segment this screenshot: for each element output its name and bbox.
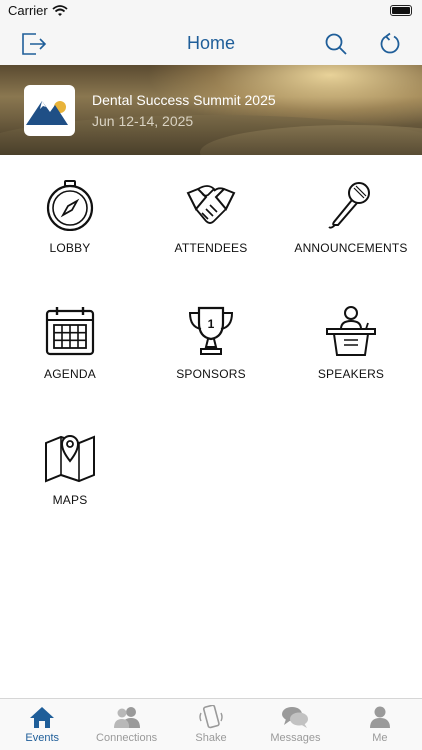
trophy-icon: 1	[188, 306, 234, 355]
event-logo	[24, 85, 75, 136]
tile-maps[interactable]: MAPS	[0, 431, 140, 507]
refresh-button[interactable]	[375, 29, 405, 59]
tile-label: ATTENDEES	[174, 241, 248, 255]
tab-label: Shake	[195, 732, 227, 744]
tab-bar: Events Connections Shake Messages Me	[0, 698, 422, 750]
tile-label: ANNOUNCEMENTS	[294, 241, 408, 255]
nav-bar: Home	[0, 22, 422, 65]
event-dates: Jun 12-14, 2025	[92, 113, 194, 129]
refresh-icon	[380, 32, 400, 54]
person-icon	[369, 706, 390, 728]
house-icon	[30, 707, 55, 728]
event-banner[interactable]: Dental Success Summit 2025 Jun 12-14, 20…	[0, 65, 422, 155]
tab-connections[interactable]: Connections	[84, 699, 168, 750]
tile-attendees[interactable]: ATTENDEES	[141, 179, 281, 255]
status-bar: Carrier	[0, 0, 422, 22]
map-pin-icon	[45, 435, 95, 483]
tile-label: LOBBY	[49, 241, 91, 255]
compass-icon	[46, 180, 94, 231]
wifi-icon	[52, 4, 68, 22]
tile-agenda[interactable]: AGENDA	[0, 305, 140, 381]
svg-text:1: 1	[208, 317, 215, 331]
battery-icon	[390, 5, 412, 16]
people-icon	[113, 707, 140, 728]
tile-announcements[interactable]: ANNOUNCEMENTS	[281, 179, 421, 255]
tab-label: Messages	[270, 732, 321, 744]
tile-label: AGENDA	[44, 367, 96, 381]
tile-label: SPONSORS	[176, 367, 246, 381]
microphone-icon	[328, 182, 370, 229]
tab-label: Me	[372, 732, 388, 744]
tab-shake[interactable]: Shake	[169, 699, 253, 750]
tab-label: Connections	[96, 732, 158, 744]
tab-messages[interactable]: Messages	[253, 699, 337, 750]
tile-label: SPEAKERS	[317, 367, 385, 381]
calendar-icon	[45, 307, 95, 356]
handshake-icon	[186, 185, 236, 224]
tab-me[interactable]: Me	[338, 699, 422, 750]
tile-sponsors[interactable]: 1 SPONSORS	[141, 305, 281, 381]
tile-speakers[interactable]: SPEAKERS	[281, 305, 421, 381]
tile-lobby[interactable]: LOBBY	[0, 179, 140, 255]
search-icon	[325, 33, 347, 55]
shake-phone-icon	[199, 705, 223, 729]
tile-label: MAPS	[52, 493, 88, 507]
chat-bubbles-icon	[282, 707, 309, 728]
page-title: Home	[186, 33, 235, 53]
carrier-label: Carrier	[8, 3, 48, 18]
tab-label: Events	[25, 732, 60, 744]
search-button[interactable]	[321, 29, 351, 59]
event-name: Dental Success Summit 2025	[92, 92, 276, 108]
tab-events[interactable]: Events	[0, 699, 84, 750]
podium-icon	[326, 306, 376, 356]
